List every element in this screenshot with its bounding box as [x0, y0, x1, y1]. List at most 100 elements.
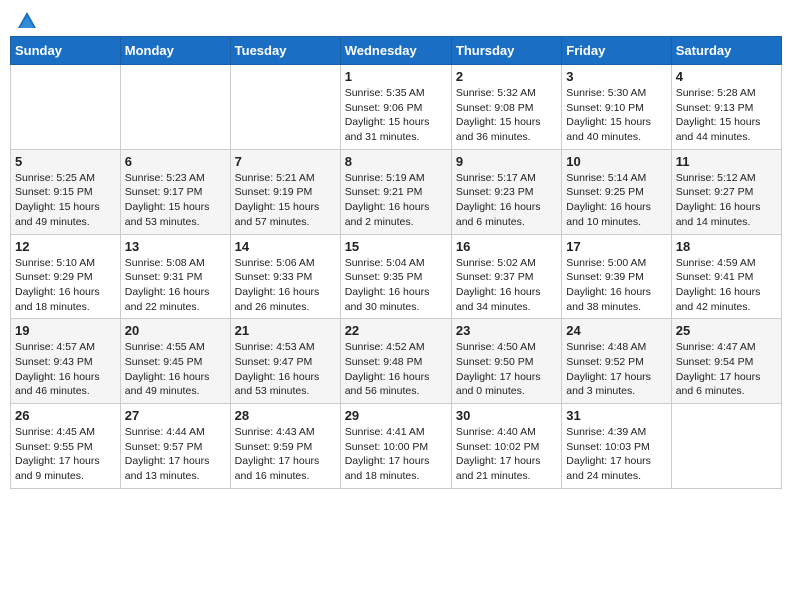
day-info: Sunrise: 4:55 AMSunset: 9:45 PMDaylight:… [125, 340, 226, 399]
day-info: Sunrise: 5:28 AMSunset: 9:13 PMDaylight:… [676, 86, 777, 145]
day-info: Sunrise: 4:43 AMSunset: 9:59 PMDaylight:… [235, 425, 336, 484]
day-number: 9 [456, 154, 557, 169]
day-header-tuesday: Tuesday [230, 37, 340, 65]
day-info: Sunrise: 4:40 AMSunset: 10:02 PMDaylight… [456, 425, 557, 484]
calendar-cell: 6 Sunrise: 5:23 AMSunset: 9:17 PMDaylight… [120, 149, 230, 234]
day-info: Sunrise: 4:41 AMSunset: 10:00 PMDaylight… [345, 425, 447, 484]
calendar-cell: 31 Sunrise: 4:39 AMSunset: 10:03 PMDaylig… [562, 404, 671, 489]
calendar-cell: 12 Sunrise: 5:10 AMSunset: 9:29 PMDayligh… [11, 234, 121, 319]
calendar-cell: 16 Sunrise: 5:02 AMSunset: 9:37 PMDayligh… [451, 234, 561, 319]
day-number: 12 [15, 239, 116, 254]
day-number: 8 [345, 154, 447, 169]
day-number: 13 [125, 239, 226, 254]
calendar-cell: 19 Sunrise: 4:57 AMSunset: 9:43 PMDayligh… [11, 319, 121, 404]
day-number: 15 [345, 239, 447, 254]
day-header-sunday: Sunday [11, 37, 121, 65]
calendar-cell [671, 404, 781, 489]
calendar-cell [230, 65, 340, 150]
calendar-cell: 27Sunrise: 4:44 AMSunset: 9:57 PMDayligh… [120, 404, 230, 489]
calendar-cell [11, 65, 121, 150]
day-number: 2 [456, 69, 557, 84]
day-header-friday: Friday [562, 37, 671, 65]
day-number: 1 [345, 69, 447, 84]
calendar-cell: 7 Sunrise: 5:21 AMSunset: 9:19 PMDaylight… [230, 149, 340, 234]
day-number: 4 [676, 69, 777, 84]
day-info: Sunrise: 5:21 AMSunset: 9:19 PMDaylight:… [235, 171, 336, 230]
day-number: 14 [235, 239, 336, 254]
day-number: 7 [235, 154, 336, 169]
calendar-cell: 5 Sunrise: 5:25 AMSunset: 9:15 PMDaylight… [11, 149, 121, 234]
day-number: 30 [456, 408, 557, 423]
calendar-cell: 2 Sunrise: 5:32 AMSunset: 9:08 PMDaylight… [451, 65, 561, 150]
calendar-cell [120, 65, 230, 150]
day-info: Sunrise: 4:53 AMSunset: 9:47 PMDaylight:… [235, 340, 336, 399]
day-number: 24 [566, 323, 666, 338]
day-info: Sunrise: 5:02 AMSunset: 9:37 PMDaylight:… [456, 256, 557, 315]
calendar-cell: 1 Sunrise: 5:35 AMSunset: 9:06 PMDaylight… [340, 65, 451, 150]
calendar-cell: 18 Sunrise: 4:59 AMSunset: 9:41 PMDayligh… [671, 234, 781, 319]
calendar-cell: 23 Sunrise: 4:50 AMSunset: 9:50 PMDayligh… [451, 319, 561, 404]
day-number: 5 [15, 154, 116, 169]
day-number: 21 [235, 323, 336, 338]
calendar-cell: 22Sunrise: 4:52 AMSunset: 9:48 PMDayligh… [340, 319, 451, 404]
logo [14, 10, 38, 28]
day-header-saturday: Saturday [671, 37, 781, 65]
day-number: 31 [566, 408, 666, 423]
day-info: Sunrise: 4:59 AMSunset: 9:41 PMDaylight:… [676, 256, 777, 315]
day-number: 26 [15, 408, 116, 423]
calendar-week-row: 19 Sunrise: 4:57 AMSunset: 9:43 PMDayligh… [11, 319, 782, 404]
day-number: 19 [15, 323, 116, 338]
calendar-cell: 21 Sunrise: 4:53 AMSunset: 9:47 PMDayligh… [230, 319, 340, 404]
calendar-cell: 13 Sunrise: 5:08 AMSunset: 9:31 PMDayligh… [120, 234, 230, 319]
day-info: Sunrise: 5:06 AMSunset: 9:33 PMDaylight:… [235, 256, 336, 315]
logo-icon [16, 10, 38, 32]
day-info: Sunrise: 4:48 AMSunset: 9:52 PMDaylight:… [566, 340, 666, 399]
day-number: 20 [125, 323, 226, 338]
calendar-cell: 30 Sunrise: 4:40 AMSunset: 10:02 PMDaylig… [451, 404, 561, 489]
calendar-cell: 28 Sunrise: 4:43 AMSunset: 9:59 PMDayligh… [230, 404, 340, 489]
day-number: 10 [566, 154, 666, 169]
day-info: Sunrise: 5:00 AMSunset: 9:39 PMDaylight:… [566, 256, 666, 315]
day-number: 3 [566, 69, 666, 84]
day-info: Sunrise: 5:30 AMSunset: 9:10 PMDaylight:… [566, 86, 666, 145]
day-number: 25 [676, 323, 777, 338]
day-info: Sunrise: 4:39 AMSunset: 10:03 PMDaylight… [566, 425, 666, 484]
day-info: Sunrise: 5:35 AMSunset: 9:06 PMDaylight:… [345, 86, 447, 145]
calendar-cell: 11Sunrise: 5:12 AMSunset: 9:27 PMDayligh… [671, 149, 781, 234]
day-info: Sunrise: 4:47 AMSunset: 9:54 PMDaylight:… [676, 340, 777, 399]
day-info: Sunrise: 5:14 AMSunset: 9:25 PMDaylight:… [566, 171, 666, 230]
day-number: 23 [456, 323, 557, 338]
day-info: Sunrise: 5:12 AMSunset: 9:27 PMDaylight:… [676, 171, 777, 230]
calendar-cell: 20 Sunrise: 4:55 AMSunset: 9:45 PMDayligh… [120, 319, 230, 404]
calendar-cell: 26 Sunrise: 4:45 AMSunset: 9:55 PMDayligh… [11, 404, 121, 489]
day-info: Sunrise: 5:32 AMSunset: 9:08 PMDaylight:… [456, 86, 557, 145]
calendar-week-row: 26 Sunrise: 4:45 AMSunset: 9:55 PMDayligh… [11, 404, 782, 489]
day-info: Sunrise: 5:23 AMSunset: 9:17 PMDaylight:… [125, 171, 226, 230]
day-info: Sunrise: 5:19 AMSunset: 9:21 PMDaylight:… [345, 171, 447, 230]
calendar-cell: 9 Sunrise: 5:17 AMSunset: 9:23 PMDaylight… [451, 149, 561, 234]
calendar-week-row: 1 Sunrise: 5:35 AMSunset: 9:06 PMDaylight… [11, 65, 782, 150]
day-info: Sunrise: 4:44 AMSunset: 9:57 PMDaylight:… [125, 425, 226, 484]
calendar-cell: 25 Sunrise: 4:47 AMSunset: 9:54 PMDayligh… [671, 319, 781, 404]
day-header-thursday: Thursday [451, 37, 561, 65]
day-header-monday: Monday [120, 37, 230, 65]
day-info: Sunrise: 4:45 AMSunset: 9:55 PMDaylight:… [15, 425, 116, 484]
day-info: Sunrise: 4:57 AMSunset: 9:43 PMDaylight:… [15, 340, 116, 399]
calendar-table: SundayMondayTuesdayWednesdayThursdayFrid… [10, 36, 782, 489]
day-info: Sunrise: 5:25 AMSunset: 9:15 PMDaylight:… [15, 171, 116, 230]
day-number: 18 [676, 239, 777, 254]
day-info: Sunrise: 5:17 AMSunset: 9:23 PMDaylight:… [456, 171, 557, 230]
day-number: 16 [456, 239, 557, 254]
day-number: 28 [235, 408, 336, 423]
day-info: Sunrise: 5:04 AMSunset: 9:35 PMDaylight:… [345, 256, 447, 315]
day-number: 29 [345, 408, 447, 423]
calendar-cell: 3 Sunrise: 5:30 AMSunset: 9:10 PMDaylight… [562, 65, 671, 150]
calendar-cell: 17Sunrise: 5:00 AMSunset: 9:39 PMDayligh… [562, 234, 671, 319]
calendar-cell: 29 Sunrise: 4:41 AMSunset: 10:00 PMDaylig… [340, 404, 451, 489]
day-number: 6 [125, 154, 226, 169]
day-info: Sunrise: 5:10 AMSunset: 9:29 PMDaylight:… [15, 256, 116, 315]
day-info: Sunrise: 5:08 AMSunset: 9:31 PMDaylight:… [125, 256, 226, 315]
page-header [10, 10, 782, 28]
day-info: Sunrise: 4:50 AMSunset: 9:50 PMDaylight:… [456, 340, 557, 399]
day-number: 22 [345, 323, 447, 338]
